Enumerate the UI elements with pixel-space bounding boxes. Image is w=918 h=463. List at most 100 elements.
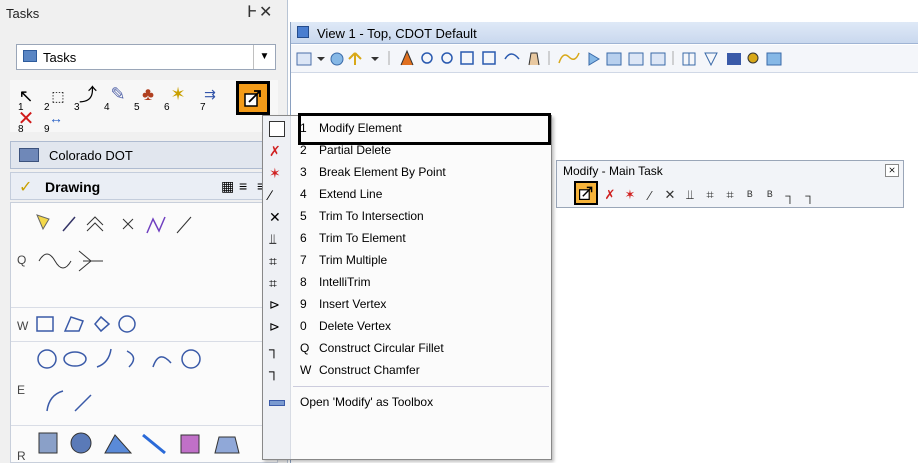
menu-item-key: 3	[300, 165, 307, 179]
pin-close-controls[interactable]: Ͱ✕	[247, 2, 276, 22]
drawing-tools-grid: Q W E R	[10, 202, 279, 463]
menu-item-label: Construct Chamfer	[319, 363, 420, 377]
row-key-e: E	[17, 383, 26, 397]
delete-icon[interactable]: ✕	[12, 106, 40, 130]
toolbox-icon	[269, 400, 285, 406]
trim-element-icon: ⫫	[269, 231, 277, 247]
menu-item-key: 4	[300, 187, 307, 201]
menu-item-key: 2	[300, 143, 307, 157]
row-key-r: R	[17, 449, 26, 463]
menu-item-key: W	[300, 363, 312, 377]
workspace-icon	[19, 148, 39, 162]
menu-item-label: Partial Delete	[319, 143, 392, 157]
icon-view-toggle-icon[interactable]: ▦	[221, 178, 234, 195]
e-row-tool-icons[interactable]	[35, 345, 265, 423]
menu-item-key: 0	[300, 319, 307, 333]
drawing-label: Drawing	[45, 179, 101, 195]
drawing-header[interactable]: ✓ Drawing ▦ ≡ ≡	[10, 172, 278, 200]
circular-fillet-icon[interactable]: ┐	[781, 185, 799, 205]
tasks-panel-title: Tasks	[6, 6, 40, 21]
menu-item-extend-line[interactable]: ∕ 4 Extend Line	[263, 184, 551, 206]
menu-item-trim-element[interactable]: ⫫ 6 Trim To Element	[263, 228, 551, 250]
tool-number-8: 8	[18, 124, 24, 135]
menu-highlight-modify-element	[298, 113, 551, 145]
view-toolbar	[291, 45, 918, 73]
menu-item-delete-vertex[interactable]: ⊳ 0 Delete Vertex	[263, 316, 551, 338]
menu-item-circular-fillet[interactable]: ┐ Q Construct Circular Fillet	[263, 338, 551, 360]
modify-element-icon	[579, 186, 593, 200]
pin-icon[interactable]: Ͱ	[247, 2, 259, 22]
trim-multiple-icon[interactable]: ⌗	[701, 185, 719, 205]
view-title: View 1 - Top, CDOT Default	[317, 26, 477, 41]
insert-vertex-icon[interactable]: ᴮ	[741, 185, 759, 205]
view-toolbar-icons[interactable]	[291, 45, 918, 73]
break-element-icon[interactable]: ✶	[621, 185, 639, 205]
menu-item-break-element[interactable]: ✶ 3 Break Element By Point	[263, 162, 551, 184]
row-divider	[11, 425, 279, 426]
break-element-icon: ✶	[269, 165, 281, 181]
q-row-more-tools-icons[interactable]	[119, 211, 229, 251]
menu-item-open-as-toolbox[interactable]: Open 'Modify' as Toolbox	[263, 392, 551, 414]
tool-number-7: 7	[200, 102, 206, 113]
trim-multiple-icon: ⌗	[269, 253, 277, 269]
delete-vertex-icon: ⊳	[269, 319, 280, 334]
menu-item-label: Open 'Modify' as Toolbox	[300, 395, 434, 409]
view-window-icon	[297, 26, 309, 38]
modify-main-task-toolbox[interactable]: Modify - Main Task ⨯ ✗ ✶ ∕ ✕ ⫫ ⌗ ⌗ ᴮ ᴮ ┐…	[556, 160, 904, 208]
chamfer-icon[interactable]: ┐	[801, 185, 819, 205]
tasks-folder-icon	[23, 50, 37, 62]
colorado-dot-label: Colorado DOT	[49, 148, 133, 163]
row-key-q: Q	[17, 253, 27, 267]
intellitrim-icon: ⌗	[269, 275, 277, 291]
close-icon[interactable]: ⨯	[885, 164, 899, 177]
partial-delete-icon[interactable]: ✗	[601, 185, 619, 205]
menu-item-label: Trim To Element	[319, 231, 406, 245]
modify-context-menu: 1 Modify Element ✗ 2 Partial Delete ✶ 3 …	[262, 115, 552, 460]
view-title-bar[interactable]: View 1 - Top, CDOT Default	[291, 22, 918, 44]
extend-line-icon: ∕	[269, 187, 272, 203]
trim-element-icon[interactable]: ⫫	[681, 185, 699, 205]
menu-item-key: 5	[300, 209, 307, 223]
modify-element-icon	[269, 121, 285, 137]
chevron-down-icon[interactable]: ▼	[253, 45, 275, 69]
close-icon[interactable]: ✕	[259, 4, 276, 21]
menu-item-trim-intersection[interactable]: ✕ 5 Trim To Intersection	[263, 206, 551, 228]
menu-item-key: 6	[300, 231, 307, 245]
menu-item-intellitrim[interactable]: ⌗ 8 IntelliTrim	[263, 272, 551, 294]
w-row-tool-icons[interactable]	[35, 313, 145, 335]
menu-item-label: Break Element By Point	[319, 165, 446, 179]
menu-item-label: Insert Vertex	[319, 297, 387, 311]
tool-number-9: 9	[44, 124, 50, 135]
menu-item-label: Extend Line	[319, 187, 383, 201]
menu-item-key: 7	[300, 253, 307, 267]
modify-element-icon	[244, 90, 261, 107]
row-divider	[11, 307, 279, 308]
r-row-tool-icons[interactable]	[35, 429, 265, 459]
tool-number-5: 5	[134, 102, 140, 113]
menu-separator	[293, 386, 549, 387]
q-row-tool-icons[interactable]	[35, 211, 115, 303]
menu-item-insert-vertex[interactable]: ⊳ 9 Insert Vertex	[263, 294, 551, 316]
element-selection-icon[interactable]: ↖	[12, 84, 40, 108]
list-view-toggle-icon[interactable]: ≡	[239, 178, 247, 194]
menu-item-trim-multiple[interactable]: ⌗ 7 Trim Multiple	[263, 250, 551, 272]
row-key-w: W	[17, 319, 29, 333]
trim-intersection-icon[interactable]: ✕	[661, 185, 679, 205]
colorado-dot-bar[interactable]: Colorado DOT	[10, 141, 278, 169]
modify-element-toolbox-highlighted[interactable]	[574, 181, 598, 205]
tool-number-3: 3	[74, 102, 80, 113]
menu-item-label: Trim To Intersection	[319, 209, 424, 223]
menu-item-chamfer[interactable]: ┐ W Construct Chamfer	[263, 360, 551, 382]
tasks-dropdown[interactable]: Tasks ▼	[16, 44, 276, 70]
tool-number-4: 4	[104, 102, 110, 113]
delete-vertex-icon[interactable]: ᴮ	[761, 185, 779, 205]
modify-tool-highlighted[interactable]	[236, 81, 270, 115]
insert-vertex-icon: ⊳	[269, 297, 280, 312]
tool-number-6: 6	[164, 102, 170, 113]
intellitrim-icon[interactable]: ⌗	[721, 185, 739, 205]
menu-item-label: Construct Circular Fillet	[319, 341, 444, 355]
menu-item-key: 8	[300, 275, 307, 289]
extend-line-icon[interactable]: ∕	[641, 185, 659, 205]
chamfer-icon: ┐	[269, 363, 279, 379]
menu-item-key: Q	[300, 341, 310, 355]
